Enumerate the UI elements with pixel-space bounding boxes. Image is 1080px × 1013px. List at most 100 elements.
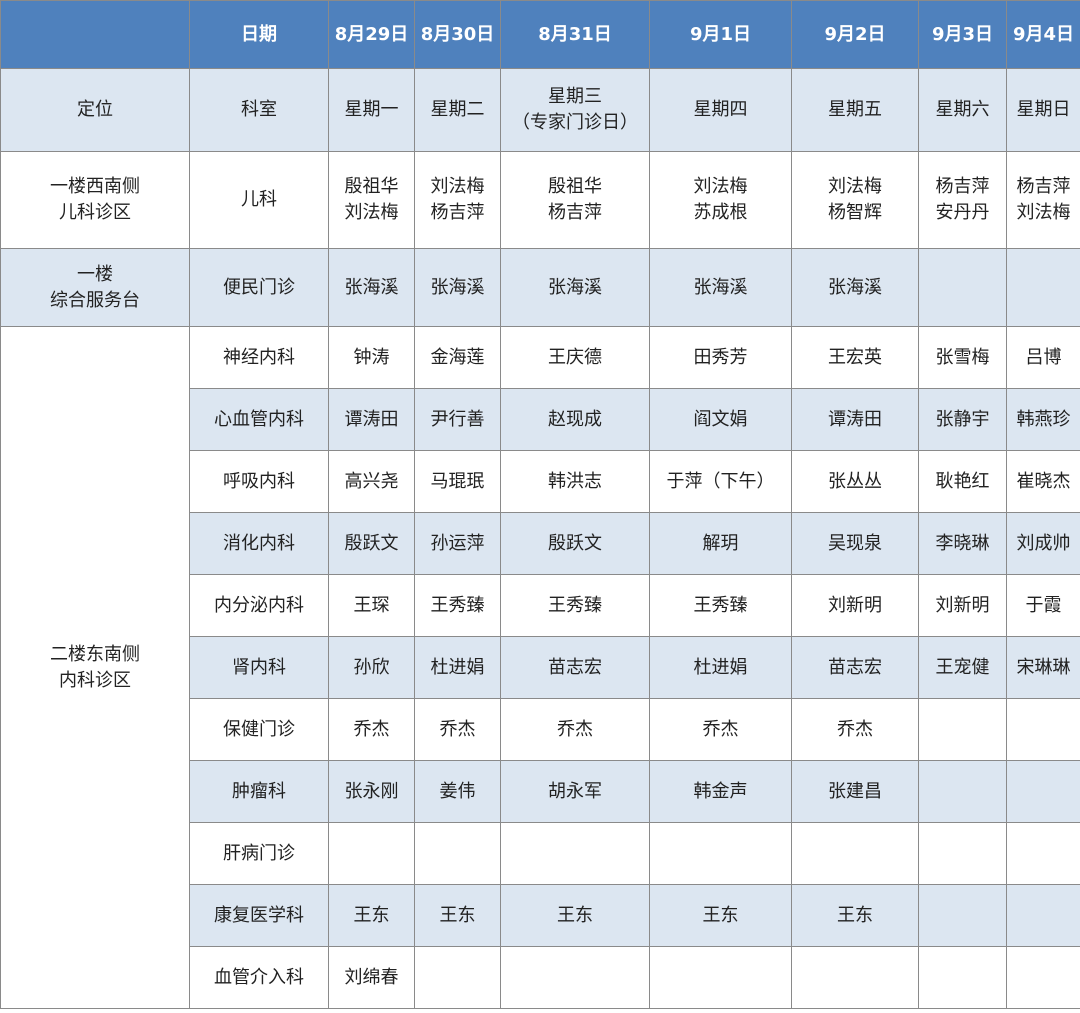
date-header: 9月1日 — [649, 0, 792, 69]
date-header-row: 日期 8月29日 8月30日 8月31日 9月1日 9月2日 9月3日 9月4日 — [0, 0, 1080, 69]
doctor-cell: 李晓琳 — [918, 512, 1007, 575]
header-corner — [0, 0, 190, 69]
doctor-cell: 吴现泉 — [791, 512, 919, 575]
doctor-cell: 王东 — [328, 884, 415, 947]
doctor-cell: 王琛 — [328, 574, 415, 637]
doctor-cell: 刘法梅 杨吉萍 — [414, 151, 501, 249]
doctor-cell: 张建昌 — [791, 760, 919, 823]
doctor-cell — [414, 946, 501, 1009]
doctor-cell: 胡永军 — [500, 760, 650, 823]
doctor-cell: 乔杰 — [500, 698, 650, 761]
doctor-cell: 张海溪 — [791, 248, 919, 327]
doctor-cell: 王宏英 — [791, 326, 919, 389]
doctor-cell: 苗志宏 — [500, 636, 650, 699]
doctor-cell: 谭涛田 — [328, 388, 415, 451]
doctor-cell: 高兴尧 — [328, 450, 415, 513]
doctor-cell: 张海溪 — [500, 248, 650, 327]
dept-cell: 儿科 — [189, 151, 329, 249]
doctor-cell: 刘法梅 杨智辉 — [791, 151, 919, 249]
date-header: 8月29日 — [328, 0, 415, 69]
dept-cell: 呼吸内科 — [189, 450, 329, 513]
doctor-cell: 刘法梅 苏成根 — [649, 151, 792, 249]
doctor-cell: 田秀芳 — [649, 326, 792, 389]
weekday-cell: 星期四 — [649, 68, 792, 152]
doctor-cell — [500, 822, 650, 885]
doctor-cell — [918, 760, 1007, 823]
doctor-cell: 王东 — [791, 884, 919, 947]
date-header: 9月3日 — [918, 0, 1007, 69]
weekday-row: 定位 科室 星期一 星期二 星期三 （专家门诊日） 星期四 星期五 星期六 星期日 — [0, 68, 1080, 152]
dept-cell: 肝病门诊 — [189, 822, 329, 885]
dept-cell: 心血管内科 — [189, 388, 329, 451]
weekday-cell: 星期一 — [328, 68, 415, 152]
doctor-cell: 殷跃文 — [500, 512, 650, 575]
doctor-cell — [918, 946, 1007, 1009]
date-header: 9月2日 — [791, 0, 919, 69]
dept-cell: 便民门诊 — [189, 248, 329, 327]
dept-cell: 肾内科 — [189, 636, 329, 699]
doctor-cell: 尹行善 — [414, 388, 501, 451]
doctor-cell: 王秀臻 — [414, 574, 501, 637]
doctor-cell — [918, 884, 1007, 947]
doctor-cell: 孙欣 — [328, 636, 415, 699]
doctor-cell: 王秀臻 — [649, 574, 792, 637]
doctor-cell: 王东 — [500, 884, 650, 947]
doctor-cell: 王庆德 — [500, 326, 650, 389]
doctor-cell: 乔杰 — [414, 698, 501, 761]
doctor-cell: 乔杰 — [328, 698, 415, 761]
doctor-cell — [1006, 884, 1080, 947]
doctor-cell: 杜进娟 — [649, 636, 792, 699]
doctor-cell: 宋琳琳 — [1006, 636, 1080, 699]
doctor-cell: 杨吉萍 刘法梅 — [1006, 151, 1080, 249]
doctor-cell: 张永刚 — [328, 760, 415, 823]
dept-cell: 血管介入科 — [189, 946, 329, 1009]
duty-schedule-table: 日期 8月29日 8月30日 8月31日 9月1日 9月2日 9月3日 9月4日… — [0, 0, 1080, 1009]
dept-column-label: 科室 — [189, 68, 329, 152]
dept-cell: 消化内科 — [189, 512, 329, 575]
doctor-cell: 钟涛 — [328, 326, 415, 389]
date-header: 9月4日 — [1006, 0, 1080, 69]
dept-cell: 保健门诊 — [189, 698, 329, 761]
doctor-cell: 张海溪 — [649, 248, 792, 327]
doctor-cell: 王东 — [649, 884, 792, 947]
doctor-cell: 崔晓杰 — [1006, 450, 1080, 513]
doctor-cell: 姜伟 — [414, 760, 501, 823]
doctor-cell: 于霞 — [1006, 574, 1080, 637]
doctor-cell: 刘成帅 — [1006, 512, 1080, 575]
doctor-cell: 张丛丛 — [791, 450, 919, 513]
doctor-cell: 刘新明 — [791, 574, 919, 637]
doctor-cell: 王东 — [414, 884, 501, 947]
doctor-cell: 殷跃文 — [328, 512, 415, 575]
doctor-cell: 马琨珉 — [414, 450, 501, 513]
doctor-cell — [328, 822, 415, 885]
weekday-cell: 星期三 （专家门诊日） — [500, 68, 650, 152]
doctor-cell: 张海溪 — [328, 248, 415, 327]
doctor-cell — [649, 822, 792, 885]
weekday-cell: 星期五 — [791, 68, 919, 152]
doctor-cell: 杨吉萍 安丹丹 — [918, 151, 1007, 249]
doctor-cell — [918, 248, 1007, 327]
doctor-cell: 王秀臻 — [500, 574, 650, 637]
doctor-cell: 张海溪 — [414, 248, 501, 327]
doctor-cell: 吕博 — [1006, 326, 1080, 389]
doctor-cell — [414, 822, 501, 885]
doctor-cell — [1006, 946, 1080, 1009]
doctor-cell — [1006, 698, 1080, 761]
doctor-cell: 乔杰 — [791, 698, 919, 761]
doctor-cell: 孙运萍 — [414, 512, 501, 575]
doctor-cell: 解玥 — [649, 512, 792, 575]
doctor-cell — [1006, 822, 1080, 885]
doctor-cell: 韩燕珍 — [1006, 388, 1080, 451]
date-header: 8月31日 — [500, 0, 650, 69]
dept-cell: 内分泌内科 — [189, 574, 329, 637]
doctor-cell: 赵现成 — [500, 388, 650, 451]
doctor-cell: 韩金声 — [649, 760, 792, 823]
doctor-cell: 刘绵春 — [328, 946, 415, 1009]
doctor-cell: 王宠健 — [918, 636, 1007, 699]
doctor-cell — [500, 946, 650, 1009]
doctor-cell: 张雪梅 — [918, 326, 1007, 389]
location-column-label: 定位 — [0, 68, 190, 152]
date-header: 8月30日 — [414, 0, 501, 69]
doctor-cell: 谭涛田 — [791, 388, 919, 451]
doctor-cell — [1006, 760, 1080, 823]
